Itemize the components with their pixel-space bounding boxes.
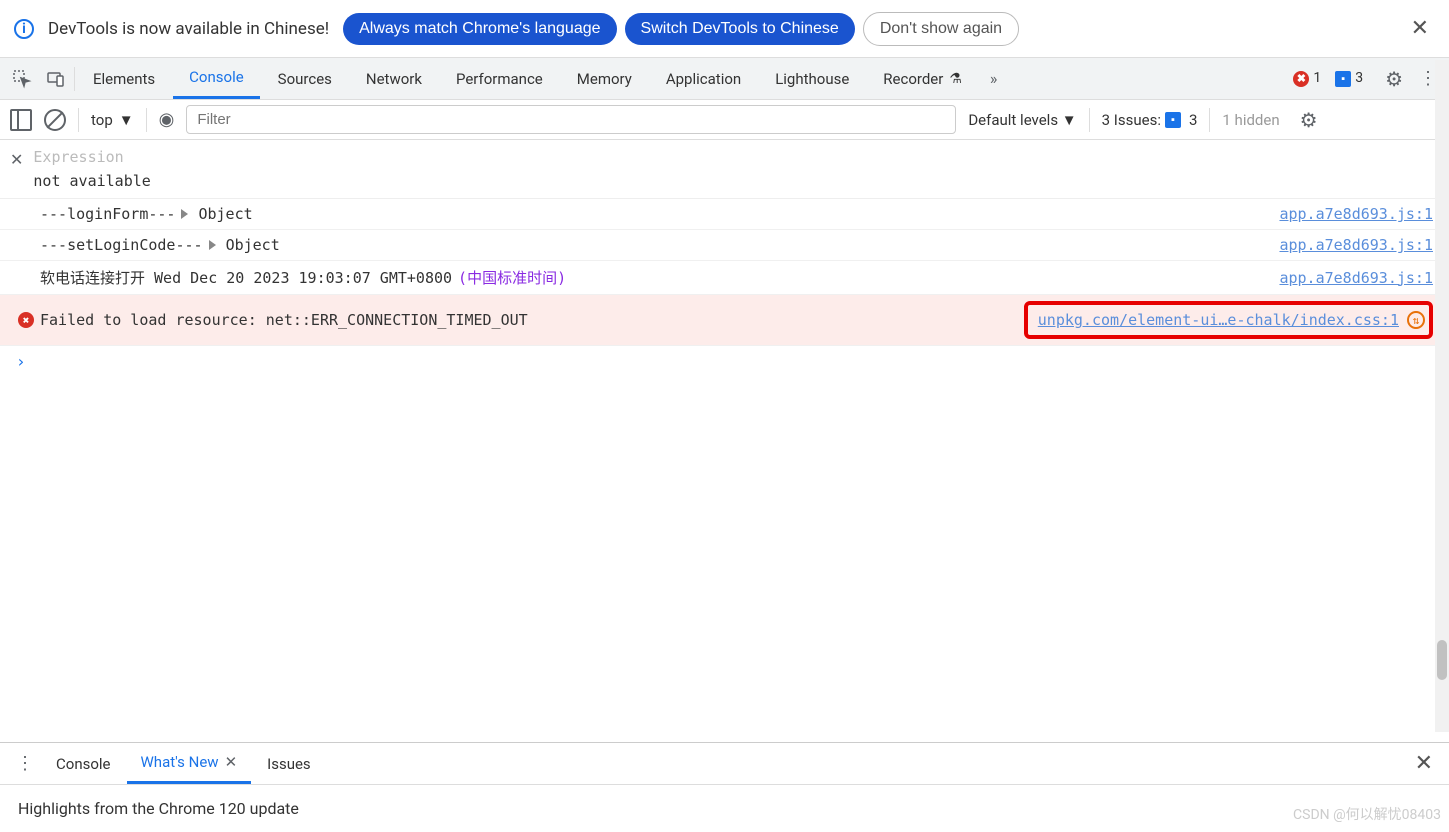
drawer-tab-label: What's New <box>141 753 219 771</box>
always-match-button[interactable]: Always match Chrome's language <box>343 13 616 45</box>
watermark: CSDN @何以解忧08403 <box>1293 804 1441 824</box>
issue-counter[interactable]: ▪3 <box>1335 70 1363 87</box>
expression-input[interactable]: Expression <box>33 148 1439 166</box>
dont-show-button[interactable]: Don't show again <box>863 12 1019 46</box>
close-infobar-icon[interactable]: ✕ <box>1405 16 1435 41</box>
console-log-list: ---loginForm--- Object app.a7e8d693.js:1… <box>0 199 1449 377</box>
inspect-icon[interactable] <box>6 63 38 95</box>
tab-elements[interactable]: Elements <box>77 60 171 98</box>
clear-console-icon[interactable] <box>44 109 66 131</box>
log-text: ---setLoginCode--- <box>40 236 203 254</box>
language-infobar: i DevTools is now available in Chinese! … <box>0 0 1449 58</box>
tab-network[interactable]: Network <box>350 60 438 98</box>
divider <box>1089 108 1090 132</box>
live-expression-row: ✕ Expression not available <box>0 140 1449 199</box>
drawer-tabbar: ⋮ Console What's New ✕ Issues ✕ <box>0 743 1449 785</box>
object-label: Object <box>198 205 252 223</box>
source-link[interactable]: app.a7e8d693.js:1 <box>1279 236 1433 254</box>
object-label: Object <box>226 236 280 254</box>
tab-console[interactable]: Console <box>173 58 260 99</box>
expand-icon[interactable] <box>209 240 216 250</box>
divider <box>146 108 147 132</box>
log-levels-selector[interactable]: Default levels ▼ <box>968 111 1076 129</box>
divider <box>78 108 79 132</box>
tab-performance[interactable]: Performance <box>440 60 559 98</box>
error-count-value: 1 <box>1313 70 1321 86</box>
error-badge-icon: ✖ <box>1293 71 1309 87</box>
sidebar-toggle-icon[interactable] <box>10 109 32 131</box>
drawer-tab-console[interactable]: Console <box>42 745 125 783</box>
log-text: ---loginForm--- <box>40 205 175 223</box>
network-icon[interactable]: ⇅ <box>1407 311 1425 329</box>
hidden-count[interactable]: 1 hidden <box>1222 111 1279 129</box>
issue-badge-icon: ▪ <box>1335 71 1351 87</box>
drawer-tab-whatsnew[interactable]: What's New ✕ <box>127 743 252 784</box>
drawer: ⋮ Console What's New ✕ Issues ✕ Highlight… <box>0 742 1449 832</box>
drawer-content: Highlights from the Chrome 120 update <box>0 785 1449 832</box>
divider <box>74 67 75 91</box>
source-link[interactable]: unpkg.com/element-ui…e-chalk/index.css:1 <box>1038 311 1399 329</box>
source-link[interactable]: app.a7e8d693.js:1 <box>1279 269 1433 287</box>
log-text: 软电话连接打开 Wed Dec 20 2023 19:03:07 GMT+080… <box>40 267 452 288</box>
infobar-message: DevTools is now available in Chinese! <box>48 19 329 39</box>
issue-count-value: 3 <box>1355 70 1363 86</box>
expression-result: not available <box>33 172 1439 190</box>
device-icon[interactable] <box>40 63 72 95</box>
log-row-error[interactable]: Failed to load resource: net::ERR_CONNEC… <box>0 295 1449 346</box>
live-expression-icon[interactable]: ◉ <box>159 109 175 130</box>
close-tab-icon[interactable]: ✕ <box>225 753 238 771</box>
close-drawer-icon[interactable]: ✕ <box>1409 751 1439 776</box>
main-tabbar: Elements Console Sources Network Perform… <box>0 58 1449 100</box>
whatsnew-headline: Highlights from the Chrome 120 update <box>18 799 299 818</box>
filter-input[interactable] <box>186 105 956 134</box>
log-row[interactable]: ---loginForm--- Object app.a7e8d693.js:1 <box>0 199 1449 230</box>
scrollbar-track[interactable] <box>1435 60 1449 732</box>
drawer-menu-icon[interactable]: ⋮ <box>16 753 34 774</box>
divider <box>1209 108 1210 132</box>
context-selector[interactable]: top ▼ <box>91 111 134 129</box>
flask-icon: ⚗ <box>949 71 962 87</box>
issues-link[interactable]: 3 Issues: ▪ 3 <box>1102 111 1198 129</box>
tab-recorder-label: Recorder <box>883 70 943 88</box>
drawer-tab-issues[interactable]: Issues <box>253 745 325 783</box>
more-tabs-icon[interactable]: » <box>990 69 998 88</box>
error-text: Failed to load resource: net::ERR_CONNEC… <box>40 311 528 329</box>
tab-memory[interactable]: Memory <box>561 60 648 98</box>
switch-chinese-button[interactable]: Switch DevTools to Chinese <box>625 13 855 45</box>
tab-lighthouse[interactable]: Lighthouse <box>759 60 865 98</box>
tab-application[interactable]: Application <box>650 60 757 98</box>
console-prompt[interactable]: › <box>0 346 1449 377</box>
settings-icon[interactable]: ⚙ <box>1385 67 1403 91</box>
console-toolbar: top ▼ ◉ Default levels ▼ 3 Issues: ▪ 3 1 … <box>0 100 1449 140</box>
tab-sources[interactable]: Sources <box>262 60 348 98</box>
log-row[interactable]: 软电话连接打开 Wed Dec 20 2023 19:03:07 GMT+080… <box>0 261 1449 295</box>
levels-label: Default levels <box>968 111 1058 129</box>
console-settings-icon[interactable]: ⚙ <box>1300 108 1318 132</box>
scrollbar-thumb[interactable] <box>1437 640 1447 680</box>
info-icon: i <box>14 19 34 39</box>
highlight-annotation: unpkg.com/element-ui…e-chalk/index.css:1… <box>1024 301 1433 339</box>
chevron-down-icon: ▼ <box>119 111 134 129</box>
context-value: top <box>91 111 113 129</box>
log-text-paren: (中国标准时间) <box>458 267 566 288</box>
error-counter[interactable]: ✖1 <box>1293 70 1321 87</box>
expand-icon[interactable] <box>181 209 188 219</box>
tab-recorder[interactable]: Recorder ⚗ <box>867 60 978 98</box>
issue-badge-icon: ▪ <box>1165 112 1181 128</box>
log-row[interactable]: ---setLoginCode--- Object app.a7e8d693.j… <box>0 230 1449 261</box>
issues-count: 3 <box>1189 111 1197 129</box>
source-link[interactable]: app.a7e8d693.js:1 <box>1279 205 1433 223</box>
issues-label: 3 Issues: <box>1102 111 1161 129</box>
close-live-icon[interactable]: ✕ <box>10 148 23 169</box>
